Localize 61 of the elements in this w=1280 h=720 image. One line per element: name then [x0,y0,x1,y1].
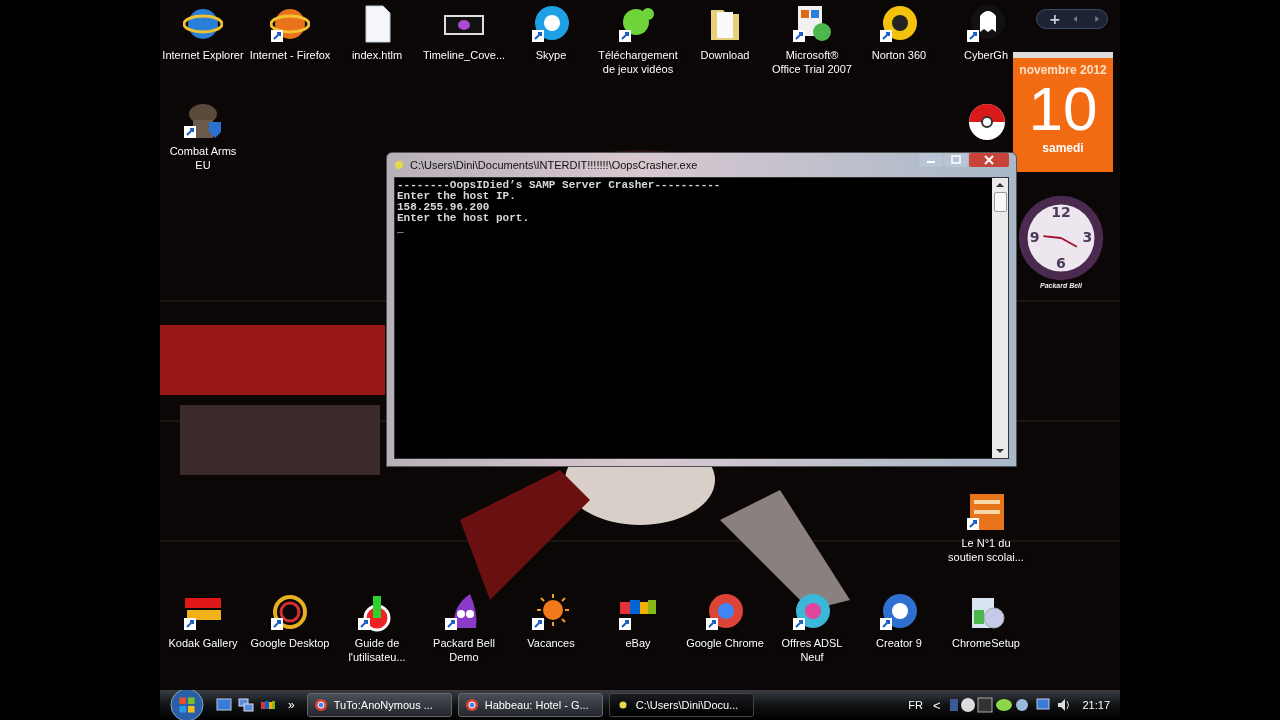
icon-label[interactable]: Skype [535,48,567,62]
icon-label[interactable]: ChromeSetup [952,636,1020,650]
console-line: --------OopsIDied’s SAMP Server Crasher---------- [397,180,721,191]
icon-label[interactable]: Download [700,48,750,62]
clock-time[interactable]: 21:17 [1082,699,1110,711]
icon-label[interactable]: Combat Arms EU [169,144,237,172]
window-title: C:\Users\Dini\Documents\INTERDIT!!!!!!!\OopsCrasher.exe [410,159,699,171]
taskbar-button[interactable]: C:\Users\Dini\Docu... [608,693,754,717]
tray-icons-drawing[interactable] [950,697,1031,713]
calendar-month: novembre 2012 [1019,63,1107,77]
tiles-icon[interactable] [792,4,832,44]
scroll-thumb[interactable] [993,192,1007,212]
show-hidden-icons-button[interactable]: < [928,697,945,713]
windows-switch-icon[interactable] [238,697,254,713]
taskbar-button[interactable]: TuTo:AnoNymous ... [306,693,452,717]
round-app-icon[interactable] [531,4,571,44]
monitor-icon[interactable] [216,697,232,713]
ghost-icon[interactable] [966,4,1006,44]
icon-label[interactable]: Norton 360 [871,48,927,62]
round-app-icon [313,698,328,712]
sun-icon[interactable] [531,592,571,632]
icon-label[interactable]: Vacances [527,636,575,650]
start-button[interactable] [170,688,204,720]
icon-label[interactable]: Kodak Gallery [168,636,238,650]
icon-label[interactable]: Timeline_Cove... [422,48,506,62]
icon-label[interactable]: Téléchargement de jeux vidéos [598,48,678,76]
ring-icon[interactable] [879,4,919,44]
add-gadget-button[interactable]: + [1043,11,1067,27]
icon-label[interactable]: Google Desktop [250,636,330,650]
icon-label[interactable]: Microsoft® Office Trial 2007 [772,48,852,76]
scrollbar[interactable] [992,178,1008,458]
icon-label[interactable]: Packard Bell Demo [433,636,495,664]
language-indicator[interactable]: FR [908,699,923,711]
console-line: 158.255.96.200 [397,202,490,213]
icon-label[interactable]: CyberGh [964,48,1008,62]
icon-label[interactable]: Le N°1 du soutien scolai... [948,536,1024,564]
round-app-icon [464,698,479,712]
ball-icon[interactable] [967,102,1007,142]
close-button[interactable] [969,153,1009,167]
icon-label[interactable]: Creator 9 [876,636,922,650]
console-line: Enter the host port. [397,213,530,224]
icon-label[interactable]: Guide de l'utilisateu... [348,636,406,664]
round-app-icon[interactable] [792,592,832,632]
icon-label[interactable]: Offres ADSL Neuf [781,636,843,664]
more-button[interactable]: » [282,698,301,712]
clock-gadget: 12 3 6 9 [1017,194,1105,282]
console-line: Enter the host IP. [397,191,516,202]
icon-label[interactable]: index.htlm [351,48,403,62]
disc-icon[interactable] [879,592,919,632]
taskbar-button[interactable]: Habbeau: Hotel - G... [457,693,603,717]
round-app-icon[interactable] [705,592,745,632]
icon-label[interactable]: Google Chrome [686,636,764,650]
icon-label[interactable]: Internet Explorer [162,48,244,62]
icon-label[interactable]: eBay [625,636,651,650]
ring-icon[interactable] [270,592,310,632]
calendar-day: 10 [1028,77,1098,141]
text-cursor: _ [397,224,404,235]
logo-tile-icon[interactable] [966,492,1006,532]
app-icon [394,160,404,170]
icon-label[interactable]: Internet - Firefox [249,48,331,62]
calendar-weekday: samedi [1042,141,1084,155]
